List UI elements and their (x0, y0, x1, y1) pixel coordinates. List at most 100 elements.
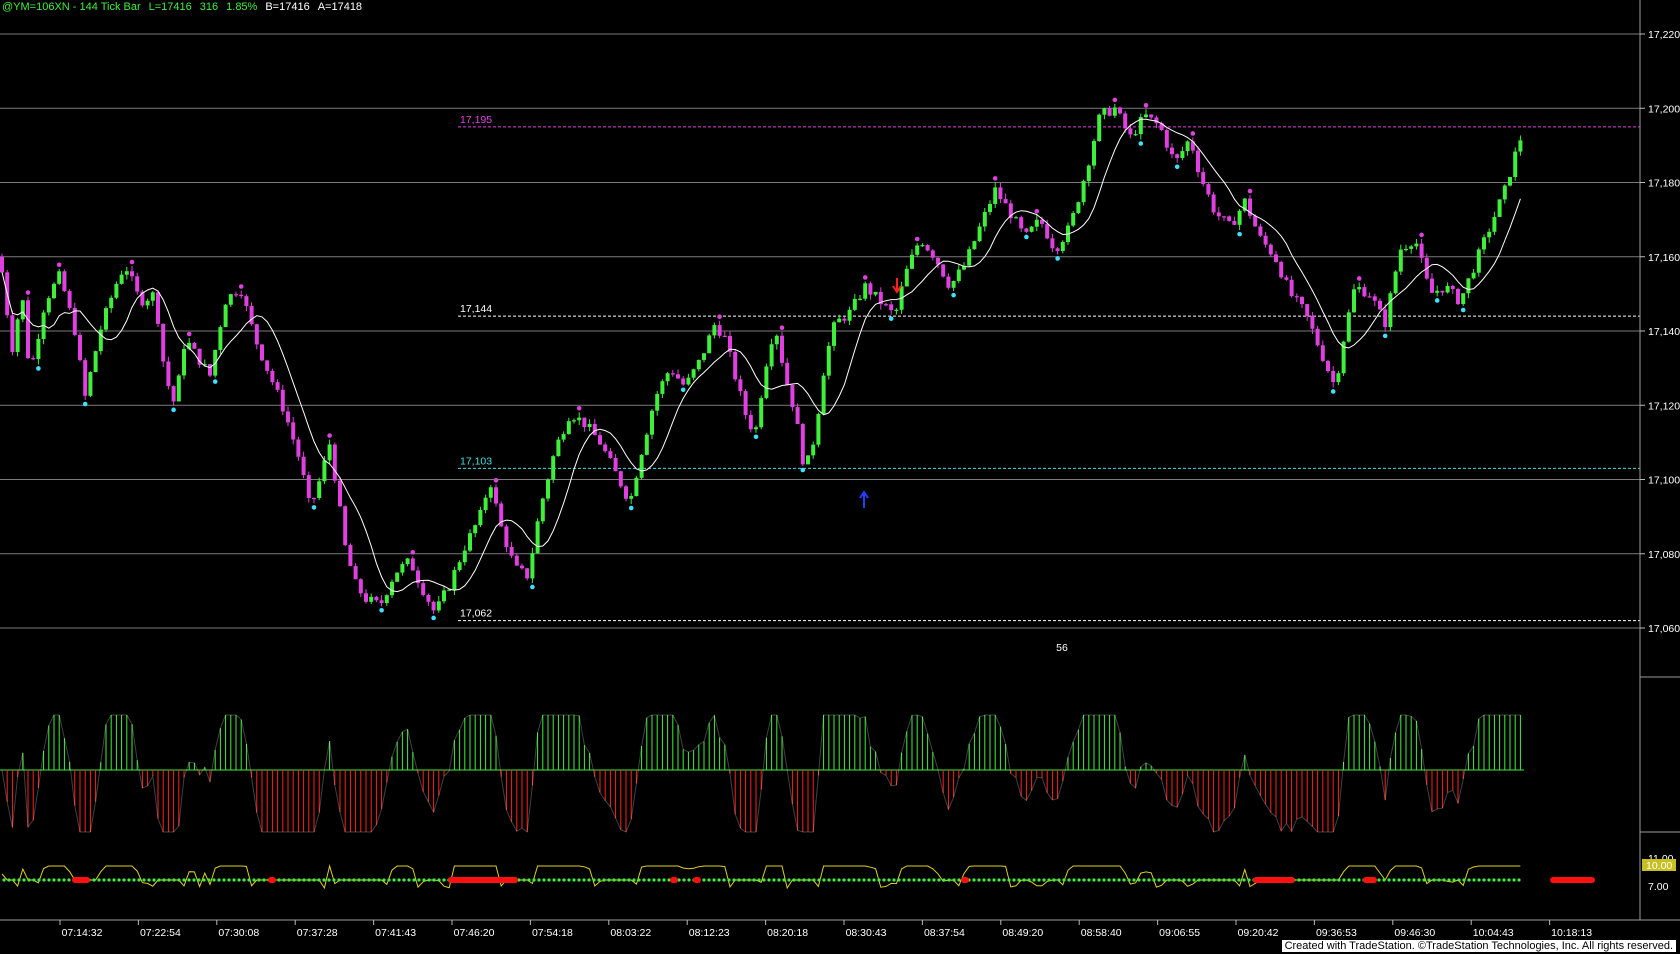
candle-body (1471, 272, 1476, 279)
candle-body (1294, 296, 1299, 298)
candle-body (670, 373, 675, 375)
lower-indicator-dot (742, 878, 746, 882)
candle-body (873, 291, 878, 295)
candle-body (884, 304, 888, 306)
pivot-low-dot (311, 505, 317, 510)
candle-body (67, 291, 72, 308)
candle-body (1123, 113, 1128, 129)
candle-body (260, 344, 264, 361)
lower-indicator-dot (1332, 878, 1336, 882)
candle-body (1466, 278, 1471, 294)
candle-body (759, 398, 764, 428)
lower-indicator-dot (222, 878, 226, 882)
lower-indicator-dot (407, 878, 411, 882)
candle-body (135, 276, 140, 292)
candle-body (478, 509, 483, 526)
candle-body (837, 318, 842, 323)
lower-indicator-dot (17, 878, 21, 882)
candle-body (592, 423, 597, 436)
price-chart[interactable]: 17,19517,14417,10317,062 11.0010.007.00 … (0, 0, 1680, 954)
candle-body (925, 245, 930, 251)
lower-indicator-dot (157, 878, 161, 882)
lower-indicator-dot (412, 878, 416, 882)
candle-body (618, 471, 623, 487)
pivot-high-dot (1190, 131, 1196, 136)
candle-body (1461, 293, 1466, 305)
lower-indicator-dot (1087, 878, 1091, 882)
lower-indicator-dot (102, 878, 106, 882)
pivot-low-dot (36, 366, 41, 371)
pivot-high-dot (1419, 232, 1424, 238)
lower-indicator-dot (1417, 878, 1421, 882)
lower-indicator-signal (1550, 877, 1595, 883)
candle-body (509, 547, 514, 556)
lower-indicator-dot (542, 878, 546, 882)
lower-indicator-dot (422, 878, 426, 882)
lower-indicator-dot (1117, 878, 1121, 882)
candle-body (832, 322, 836, 346)
lower-indicator-dot (567, 878, 571, 882)
lower-indicator-dot (232, 878, 236, 882)
lower-indicator-dot (857, 878, 861, 882)
lower-y-tick-label: 7.00 (1648, 881, 1669, 893)
candle-body (431, 601, 436, 611)
lower-indicator-dot (32, 878, 36, 882)
x-tick-label: 08:49:20 (1002, 927, 1043, 939)
lower-indicator-dot (622, 878, 626, 882)
lower-indicator-dot (262, 878, 266, 882)
x-tick-label: 07:30:08 (218, 927, 259, 939)
candle-body (119, 274, 124, 284)
lower-indicator-dot (1027, 878, 1031, 882)
pivot-high-dot (56, 262, 62, 268)
lower-indicator-dot (1227, 878, 1231, 882)
candle-body (358, 579, 363, 594)
lower-indicator-dot (1392, 878, 1396, 882)
candle-body (462, 550, 467, 563)
candle-body (1372, 296, 1377, 301)
lower-indicator-dot (782, 878, 786, 882)
lower-indicator-dot (307, 878, 311, 882)
candle-body (410, 558, 415, 571)
lower-indicator-dot (947, 878, 951, 882)
lower-indicator-dot (1017, 878, 1021, 882)
candle-body (166, 361, 171, 387)
lower-indicator-dot (597, 878, 601, 882)
pivot-high-dot (717, 314, 722, 320)
lower-indicator-dot (1492, 878, 1496, 882)
candle-body (1263, 235, 1268, 245)
candle-body (1003, 199, 1008, 204)
candle-body (525, 568, 530, 579)
lower-indicator-dot (817, 878, 821, 882)
candle-body (161, 323, 166, 362)
candle-body (364, 593, 368, 602)
lower-indicator-dot (997, 878, 1001, 882)
lower-indicator-dot (242, 878, 246, 882)
lower-indicator-dot (1007, 878, 1011, 882)
candle-body (967, 249, 972, 266)
candle-body (1497, 199, 1502, 217)
lower-indicator-dot (1247, 878, 1251, 882)
lower-indicator-dot (1322, 878, 1326, 882)
candle-body (26, 300, 30, 359)
lower-indicator-dot (1222, 878, 1226, 882)
candle-body (1445, 286, 1450, 293)
candle-body (1170, 147, 1174, 155)
candle-body (520, 565, 524, 569)
candle-body (1346, 312, 1351, 342)
y-tick-label: 17,120 (1648, 400, 1680, 412)
lower-indicator-dot (1307, 878, 1311, 882)
lower-indicator-dot (1507, 878, 1511, 882)
candle-body (1086, 165, 1091, 182)
candle-body (1237, 210, 1242, 225)
candle-body (712, 325, 717, 336)
lower-indicator-dot (112, 878, 116, 882)
lower-indicator-dot (862, 878, 866, 882)
lower-indicator-dot (132, 878, 136, 882)
lower-indicator-dot (707, 878, 711, 882)
lower-indicator-dot (1132, 878, 1136, 882)
candle-body (1362, 287, 1367, 297)
lower-indicator-dot (537, 878, 541, 882)
candle-body (733, 351, 738, 380)
lower-indicator-signal (961, 877, 969, 883)
price-level-label: 17,062 (460, 608, 492, 620)
